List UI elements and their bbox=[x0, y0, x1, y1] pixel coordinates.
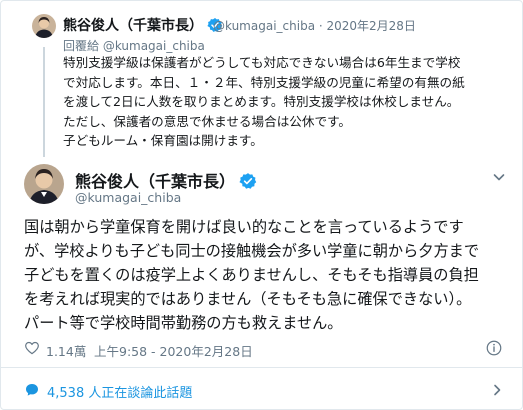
speech-bubble-icon bbox=[26, 384, 38, 396]
parent-tweet[interactable]: 熊谷俊人（千葉市長） @kumagai_chiba · 2020年2月28日 回… bbox=[1, 1, 522, 161]
conversation-count[interactable]: 4,538 人正在談論此話題 bbox=[47, 382, 192, 401]
tweet-text-line: パート等で学校時間帯勤務の方も救えません。 bbox=[24, 314, 343, 332]
info-icon[interactable] bbox=[485, 339, 503, 357]
tweet-text-line: で対応します。本日、１・２年、特別支援学級の児童に希望の有無の紙 bbox=[63, 74, 465, 90]
tweet-text-line: ただし、保護者の意思で休ませる場合は公休です。 bbox=[63, 113, 352, 129]
tweet-text-line: 子どもを置くのは疫学上よくありませんし、そもそも指導員の負担 bbox=[24, 266, 479, 284]
tweet-text-line: が、学校よりも子ども同士の接触機会が多い学童に朝から夕方まで bbox=[24, 242, 480, 260]
heart-icon[interactable] bbox=[24, 340, 40, 356]
avatar[interactable] bbox=[32, 14, 56, 38]
replying-to-label[interactable]: 回覆給 @kumagai_chiba bbox=[63, 37, 205, 54]
author-handle[interactable]: @kumagai_chiba bbox=[75, 190, 181, 205]
parent-tweet-text: 特別支援学級は保護者がどうしても対応できない場合は6年生まで学校 で対応します。… bbox=[63, 53, 513, 151]
conversation-link[interactable]: 4,538 人正在談論此話題 bbox=[1, 368, 522, 409]
chevron-down-icon[interactable] bbox=[491, 169, 507, 185]
avatar[interactable] bbox=[24, 164, 64, 204]
like-count[interactable]: 1.14萬 bbox=[46, 341, 86, 360]
tweet-text-line: 子どもルーム・保育園は開けます。 bbox=[63, 133, 263, 148]
tweet-text-line: 国は朝から学童保育を開けば良い的なことを言っているようです bbox=[24, 218, 464, 236]
thread-connector-line bbox=[43, 47, 45, 157]
tweet-text-line: 特別支援学級は保護者がどうしても対応できない場合は6年生まで学校 bbox=[63, 55, 461, 70]
embedded-tweet-card: 熊谷俊人（千葉市長） @kumagai_chiba · 2020年2月28日 回… bbox=[0, 0, 523, 410]
author-name[interactable]: 熊谷俊人（千葉市長） bbox=[63, 15, 223, 35]
tweet-text: 国は朝から学童保育を開けば良い的なことを言っているようです が、学校よりも子ども… bbox=[24, 215, 509, 335]
chevron-right-icon[interactable] bbox=[489, 382, 505, 398]
author-name[interactable]: 熊谷俊人（千葉市長） bbox=[75, 168, 257, 192]
tweet-text-line: を渡して2日に人数を取りまとめます。特別支援学校は休校しません。 bbox=[63, 94, 460, 109]
author-handle-and-date[interactable]: @kumagai_chiba · 2020年2月28日 bbox=[213, 17, 416, 34]
verified-badge-icon bbox=[239, 173, 257, 189]
tweet-timestamp[interactable]: 上午9:58 - 2020年2月28日 bbox=[94, 341, 253, 360]
tweet-meta-row: 1.14萬 上午9:58 - 2020年2月28日 bbox=[24, 335, 509, 361]
tweet-text-line: を考えれば現実的ではありません（そもそも急に確保できない）。 bbox=[24, 290, 472, 308]
